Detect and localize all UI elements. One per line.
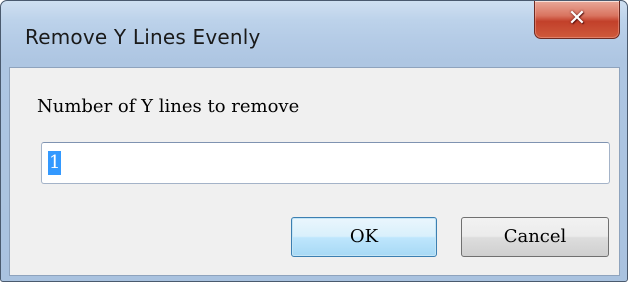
close-icon: ✕: [567, 6, 587, 31]
title-bar[interactable]: Remove Y Lines Evenly ✕: [1, 1, 627, 67]
number-input[interactable]: 1: [41, 142, 610, 184]
window-title: Remove Y Lines Evenly: [25, 25, 261, 49]
cancel-button[interactable]: Cancel: [461, 217, 609, 257]
prompt-label: Number of Y lines to remove: [37, 96, 300, 117]
dialog-body: Number of Y lines to remove 1 OK Cancel: [9, 67, 620, 276]
ok-button[interactable]: OK: [291, 217, 437, 257]
close-button[interactable]: ✕: [534, 1, 620, 39]
number-input-value: 1: [48, 151, 62, 175]
dialog-window: Remove Y Lines Evenly ✕ Number of Y line…: [0, 0, 628, 282]
